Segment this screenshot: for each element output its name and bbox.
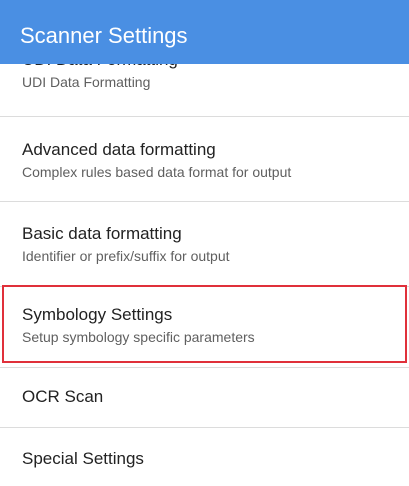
page-title: Scanner Settings xyxy=(20,23,188,48)
divider xyxy=(0,116,409,117)
settings-list[interactable]: UDI Data Formatting UDI Data Formatting … xyxy=(0,0,409,486)
list-item-title: Advanced data formatting xyxy=(22,140,216,159)
scanner-settings-screen: Scanner Settings UDI Data Formatting UDI… xyxy=(0,0,409,486)
list-item-subtitle: Setup symbology specific parameters xyxy=(22,329,255,345)
list-item-advanced-data-formatting[interactable]: Advanced data formatting Complex rules b… xyxy=(0,140,409,181)
app-bar: Scanner Settings xyxy=(0,0,409,64)
divider xyxy=(0,427,409,428)
list-item-title: OCR Scan xyxy=(22,387,104,406)
list-item-subtitle: UDI Data Formatting xyxy=(22,74,151,90)
divider xyxy=(0,286,409,287)
list-item-title: Symbology Settings xyxy=(22,305,173,324)
list-item-basic-data-formatting[interactable]: Basic data formatting Identifier or pref… xyxy=(0,224,409,265)
list-item-subtitle: Identifier or prefix/suffix for output xyxy=(22,248,230,264)
list-item-title: Special Settings xyxy=(22,449,144,468)
divider xyxy=(0,367,409,368)
divider xyxy=(0,201,409,202)
list-item-symbology-settings[interactable]: Symbology Settings Setup symbology speci… xyxy=(0,305,409,346)
list-item-title: Basic data formatting xyxy=(22,224,182,243)
list-item-ocr-scan[interactable]: OCR Scan xyxy=(0,387,409,407)
list-item-subtitle: Complex rules based data format for outp… xyxy=(22,164,292,180)
list-item-special-settings[interactable]: Special Settings xyxy=(0,449,409,469)
